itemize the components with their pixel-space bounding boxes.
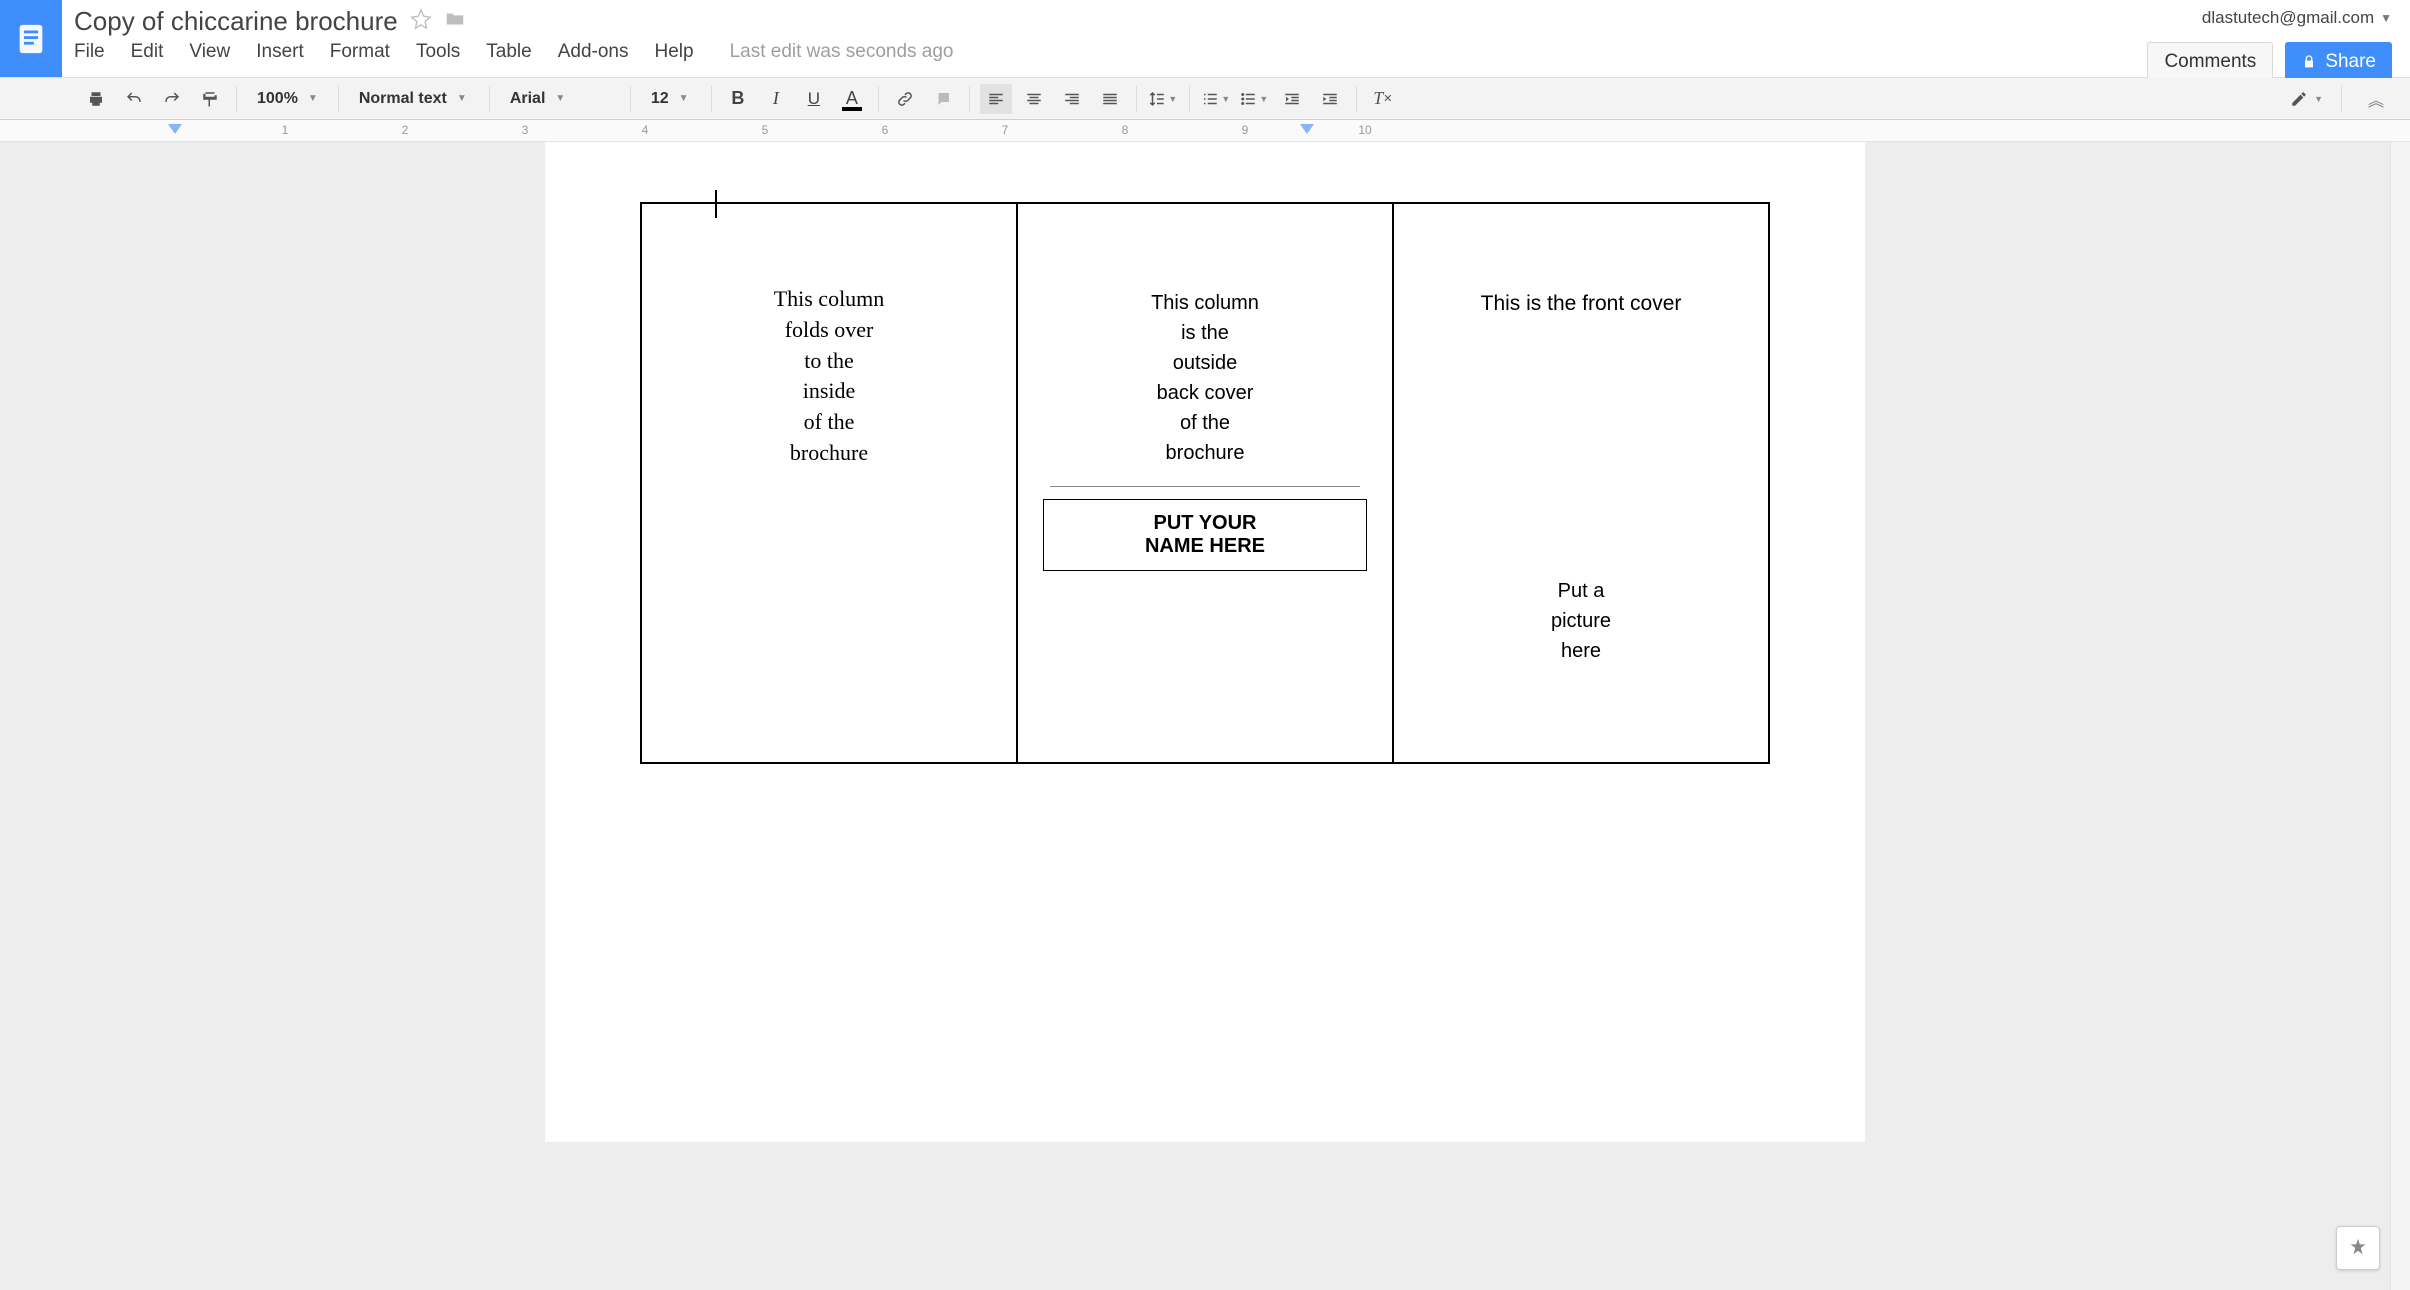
bold-button[interactable]: B [722,84,754,114]
col2-text[interactable]: This column is the outside back cover of… [1036,288,1374,468]
insert-link-button[interactable] [889,84,921,114]
header-bar: Copy of chiccarine brochure File Edit Vi… [0,0,2410,78]
share-button[interactable]: Share [2285,42,2392,82]
editing-mode-button[interactable]: ▼ [2290,84,2323,114]
document-area[interactable]: This column folds over to the inside of … [0,142,2410,1290]
font-select[interactable]: Arial▼ [500,84,620,114]
toolbar: 100%▼ Normal text▼ Arial▼ 12▼ B I U A ▼ … [0,78,2410,120]
print-button[interactable] [80,84,112,114]
document-title[interactable]: Copy of chiccarine brochure [74,6,398,37]
style-value: Normal text [359,90,447,108]
share-label: Share [2325,51,2376,73]
italic-button[interactable]: I [760,84,792,114]
right-margin-marker[interactable] [1300,124,1314,134]
last-edit-text[interactable]: Last edit was seconds ago [730,41,954,63]
docs-icon [14,22,48,56]
user-email: dlastutech@gmail.com [2202,8,2374,28]
increase-indent-button[interactable] [1314,84,1346,114]
zoom-select[interactable]: 100%▼ [247,84,328,114]
ruler-num: 4 [642,123,649,137]
menu-bar: File Edit View Insert Format Tools Table… [74,37,2137,63]
decrease-indent-button[interactable] [1276,84,1308,114]
ruler-num: 10 [1358,123,1371,137]
explore-icon [2347,1237,2369,1259]
col3-title[interactable]: This is the front cover [1412,292,1750,316]
text-cursor [715,190,717,218]
caret-down-icon: ▼ [2380,11,2392,25]
vertical-scrollbar[interactable] [2390,142,2410,1290]
user-account-menu[interactable]: dlastutech@gmail.com ▼ [2202,8,2392,28]
menu-table[interactable]: Table [486,41,531,63]
menu-insert[interactable]: Insert [256,41,304,63]
font-size-select[interactable]: 12▼ [641,84,701,114]
undo-button[interactable] [118,84,150,114]
ruler-num: 9 [1242,123,1249,137]
brochure-col-1[interactable]: This column folds over to the inside of … [641,203,1017,763]
col2-divider [1050,486,1361,487]
brochure-col-3[interactable]: This is the front cover Put a picture he… [1393,203,1769,763]
align-right-button[interactable] [1056,84,1088,114]
folder-icon[interactable] [444,8,466,35]
docs-logo[interactable] [0,0,62,77]
clear-formatting-button[interactable]: T✕ [1367,84,1399,114]
comments-label: Comments [2164,51,2256,73]
redo-button[interactable] [156,84,188,114]
col1-text[interactable]: This column folds over to the inside of … [660,284,998,469]
menu-file[interactable]: File [74,41,105,63]
ruler-num: 8 [1122,123,1129,137]
horizontal-ruler[interactable]: 1 2 3 4 5 6 7 8 9 10 [0,120,2410,142]
ruler-num: 1 [282,123,289,137]
numbered-list-button[interactable]: ▼ [1200,84,1232,114]
comments-button[interactable]: Comments [2147,42,2273,82]
brochure-table[interactable]: This column folds over to the inside of … [640,202,1770,764]
insert-comment-button[interactable] [927,84,959,114]
lock-icon [2301,54,2317,70]
text-color-button[interactable]: A [836,84,868,114]
ruler-inner: 1 2 3 4 5 6 7 8 9 10 [80,120,2370,141]
menu-view[interactable]: View [189,41,230,63]
name-box[interactable]: PUT YOUR NAME HERE [1043,499,1367,571]
ruler-num: 6 [882,123,889,137]
menu-help[interactable]: Help [655,41,694,63]
underline-button[interactable]: U [798,84,830,114]
font-value: Arial [510,90,546,108]
ruler-num: 2 [402,123,409,137]
menu-format[interactable]: Format [330,41,390,63]
menu-addons[interactable]: Add-ons [558,41,629,63]
title-zone: Copy of chiccarine brochure File Edit Vi… [62,0,2147,77]
styles-select[interactable]: Normal text▼ [349,84,479,114]
menu-tools[interactable]: Tools [416,41,460,63]
star-icon[interactable] [410,8,432,35]
menu-edit[interactable]: Edit [131,41,164,63]
col3-picture-placeholder[interactable]: Put a picture here [1412,576,1750,666]
collapse-toolbar-button[interactable]: ︽ [2360,84,2392,114]
document-page[interactable]: This column folds over to the inside of … [545,142,1865,1142]
font-size-value: 12 [651,90,669,108]
brochure-col-2[interactable]: This column is the outside back cover of… [1017,203,1393,763]
ruler-num: 3 [522,123,529,137]
paint-format-button[interactable] [194,84,226,114]
left-margin-marker[interactable] [168,124,182,134]
line-spacing-button[interactable]: ▼ [1147,84,1179,114]
align-left-button[interactable] [980,84,1012,114]
align-justify-button[interactable] [1094,84,1126,114]
bulleted-list-button[interactable]: ▼ [1238,84,1270,114]
explore-button[interactable] [2336,1226,2380,1270]
ruler-num: 7 [1002,123,1009,137]
ruler-num: 5 [762,123,769,137]
align-center-button[interactable] [1018,84,1050,114]
zoom-value: 100% [257,90,298,108]
